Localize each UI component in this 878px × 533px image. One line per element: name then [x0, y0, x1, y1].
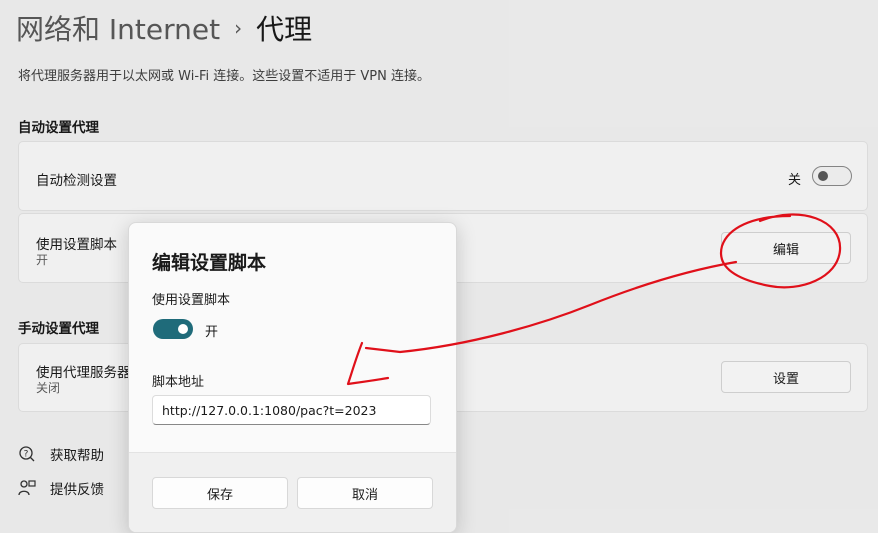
script-address-input[interactable]: http://127.0.0.1:1080/pac?t=2023: [152, 395, 431, 425]
cancel-button[interactable]: 取消: [297, 477, 433, 509]
use-script-label: 使用设置脚本: [152, 293, 231, 308]
use-script-toggle-text: 开: [205, 325, 219, 340]
script-address-label: 脚本地址: [152, 375, 205, 390]
edit-script-dialog: 编辑设置脚本 使用设置脚本 开 脚本地址 http://127.0.0.1:10…: [128, 222, 457, 533]
dialog-title: 编辑设置脚本: [152, 252, 267, 274]
use-script-toggle[interactable]: [153, 319, 193, 339]
save-button[interactable]: 保存: [152, 477, 288, 509]
dialog-footer: 保存 取消: [129, 452, 456, 532]
